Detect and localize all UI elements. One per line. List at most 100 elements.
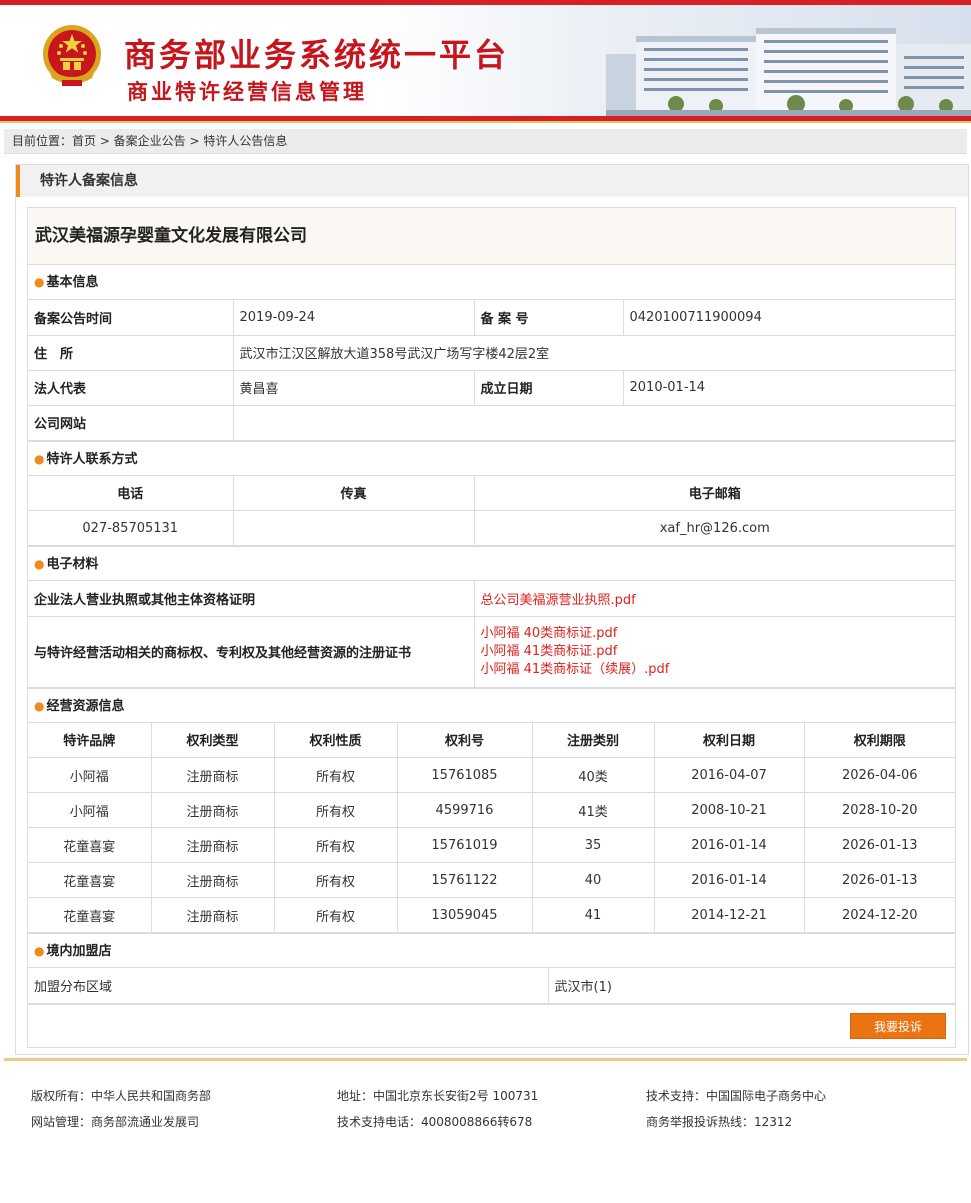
col-right-term: 权利期限 — [803, 722, 955, 758]
table-row: 花童喜宴 注册商标 所有权 15761019 35 2016-01-14 202… — [28, 827, 955, 863]
footer-tech-support: 技术支持：中国国际电子商务中心 — [646, 1089, 827, 1103]
footer-copyright: 版权所有：中华人民共和国商务部 — [31, 1089, 212, 1103]
cell-right-term: 2024-12-20 — [803, 897, 955, 933]
address-value: 武汉市江汉区解放大道358号武汉广场写字楼42层2室 — [232, 334, 955, 371]
section-contact: ● 特许人联系方式 — [28, 440, 955, 476]
fax-value — [232, 510, 475, 546]
footer-hotline: 商务举报投诉热线：12312 — [646, 1115, 793, 1129]
table-row: 花童喜宴 注册商标 所有权 15761122 40 2016-01-14 202… — [28, 862, 955, 898]
store-region-label: 加盟分布区域 — [28, 968, 549, 1004]
phone-value: 027-85705131 — [28, 510, 234, 546]
fax-header: 传真 — [232, 475, 475, 511]
cell-brand: 花童喜宴 — [28, 897, 152, 933]
cell-right-term: 2028-10-20 — [803, 792, 955, 828]
table-row: 小阿福 注册商标 所有权 4599716 41类 2008-10-21 2028… — [28, 792, 955, 828]
announce-date-value: 2019-09-24 — [232, 300, 475, 336]
col-right-date: 权利日期 — [653, 722, 805, 758]
announce-date-label: 备案公告时间 — [28, 300, 234, 336]
cell-right-date: 2016-01-14 — [653, 827, 805, 863]
cell-reg-class: 40 — [531, 862, 655, 898]
footer-site-admin: 网站管理：商务部流通业发展司 — [31, 1115, 200, 1129]
legal-rep-label: 法人代表 — [28, 369, 234, 406]
cell-right-type: 注册商标 — [150, 792, 275, 828]
footer-col-2: 地址：中国北京东长安街2号 100731 技术支持电话：4008008866转6… — [337, 1083, 538, 1135]
website-value — [232, 404, 955, 441]
address-label: 住 所 — [28, 334, 234, 371]
header-gold-stripe — [0, 121, 971, 123]
resources-header-row: 特许品牌 权利类型 权利性质 权利号 注册类别 权利日期 权利期限 — [28, 722, 955, 758]
bullet-icon: ● — [34, 698, 45, 713]
bullet-icon: ● — [34, 944, 45, 958]
bullet-icon: ● — [34, 451, 45, 466]
cell-reg-class: 41类 — [531, 792, 655, 828]
license-label: 企业法人营业执照或其他主体资格证明 — [28, 581, 475, 617]
cell-reg-class: 41 — [531, 897, 655, 933]
cell-brand: 小阿福 — [28, 792, 152, 828]
buildings-illustration — [606, 28, 971, 116]
stores-table: 加盟分布区域 武汉市(1) — [28, 968, 955, 1004]
action-row: 我要投诉 — [28, 1003, 955, 1048]
footer-col-1: 版权所有：中华人民共和国商务部 网站管理：商务部流通业发展司 — [31, 1083, 211, 1135]
trademark-cert-label: 与特许经营活动相关的商标权、专利权及其他经营资源的注册证书 — [28, 615, 475, 688]
footer-col-3: 技术支持：中国国际电子商务中心 商务举报投诉热线：12312 — [646, 1083, 826, 1135]
record-no-label: 备 案 号 — [473, 300, 624, 336]
website-label: 公司网站 — [28, 404, 234, 441]
cell-reg-class: 35 — [531, 827, 655, 863]
footer-address: 地址：中国北京东长安街2号 100731 — [337, 1089, 539, 1103]
col-right-no: 权利号 — [396, 722, 533, 758]
section-resources: ● 经营资源信息 — [28, 687, 955, 723]
platform-title: 商务部业务系统统一平台 — [124, 36, 510, 74]
cell-right-nature: 所有权 — [273, 897, 398, 933]
platform-subtitle: 商业特许经营信息管理 — [127, 80, 367, 104]
national-emblem-icon — [43, 25, 101, 86]
franchisor-info-panel: 特许人备案信息 武汉美福源孕婴童文化发展有限公司 ● 基本信息 备案公告时间 20… — [15, 164, 969, 1055]
cell-right-nature: 所有权 — [273, 792, 398, 828]
cell-right-date: 2016-01-14 — [653, 862, 805, 898]
store-region-value[interactable]: 武汉市(1) — [547, 968, 955, 1004]
cell-right-term: 2026-01-13 — [803, 827, 955, 863]
trademark-file-link[interactable]: 小阿福 40类商标证.pdf — [481, 625, 950, 643]
cell-brand: 花童喜宴 — [28, 862, 152, 898]
table-row: 小阿福 注册商标 所有权 15761085 40类 2016-04-07 202… — [28, 757, 955, 793]
cell-right-no: 15761019 — [396, 827, 533, 863]
cell-reg-class: 40类 — [531, 757, 655, 793]
cell-right-no: 4599716 — [396, 792, 533, 828]
company-name: 武汉美福源孕婴童文化发展有限公司 — [28, 208, 955, 265]
legal-rep-value: 黄昌喜 — [232, 369, 475, 406]
license-file-link[interactable]: 总公司美福源营业执照.pdf — [481, 593, 636, 608]
cell-right-no: 15761122 — [396, 862, 533, 898]
cell-right-term: 2026-01-13 — [803, 862, 955, 898]
cell-right-no: 13059045 — [396, 897, 533, 933]
cell-right-date: 2016-04-07 — [653, 757, 805, 793]
bullet-icon: ● — [34, 557, 45, 571]
footer-support-phone: 技术支持电话：4008008866转678 — [337, 1115, 533, 1129]
section-materials: ● 电子材料 — [28, 546, 955, 581]
email-header: 电子邮箱 — [473, 475, 955, 511]
cell-right-nature: 所有权 — [273, 827, 398, 863]
found-date-value: 2010-01-14 — [622, 369, 955, 406]
trademark-file-link[interactable]: 小阿福 41类商标证.pdf — [481, 643, 950, 661]
col-brand: 特许品牌 — [28, 722, 152, 758]
footer-divider — [4, 1058, 967, 1061]
cell-right-type: 注册商标 — [150, 862, 275, 898]
cell-brand: 小阿福 — [28, 757, 152, 793]
cell-right-date: 2014-12-21 — [653, 897, 805, 933]
cell-right-no: 15761085 — [396, 757, 533, 793]
cell-right-term: 2026-04-06 — [803, 757, 955, 793]
phone-header: 电话 — [28, 475, 234, 511]
col-right-type: 权利类型 — [150, 722, 275, 758]
cell-right-type: 注册商标 — [150, 827, 275, 863]
header-banner: 商务部业务系统统一平台 商业特许经营信息管理 — [0, 0, 971, 123]
trademark-file-link[interactable]: 小阿福 41类商标证（续展）.pdf — [481, 661, 950, 679]
materials-table: 企业法人营业执照或其他主体资格证明 总公司美福源营业执照.pdf 与特许经营活动… — [28, 581, 955, 688]
basic-info-table: 备案公告时间 2019-09-24 备 案 号 0420100711900094… — [28, 300, 955, 441]
breadcrumb[interactable]: 目前位置：首页 > 备案企业公告 > 特许人公告信息 — [4, 129, 967, 154]
record-detail: 武汉美福源孕婴童文化发展有限公司 ● 基本信息 备案公告时间 2019-09-24… — [27, 207, 956, 1048]
col-reg-class: 注册类别 — [531, 722, 655, 758]
section-basic-info: ● 基本信息 — [28, 265, 955, 300]
cell-right-type: 注册商标 — [150, 897, 275, 933]
cell-right-nature: 所有权 — [273, 757, 398, 793]
complaint-button[interactable]: 我要投诉 — [850, 1012, 946, 1039]
panel-title: 特许人备案信息 — [16, 165, 968, 197]
cell-right-date: 2008-10-21 — [653, 792, 805, 828]
